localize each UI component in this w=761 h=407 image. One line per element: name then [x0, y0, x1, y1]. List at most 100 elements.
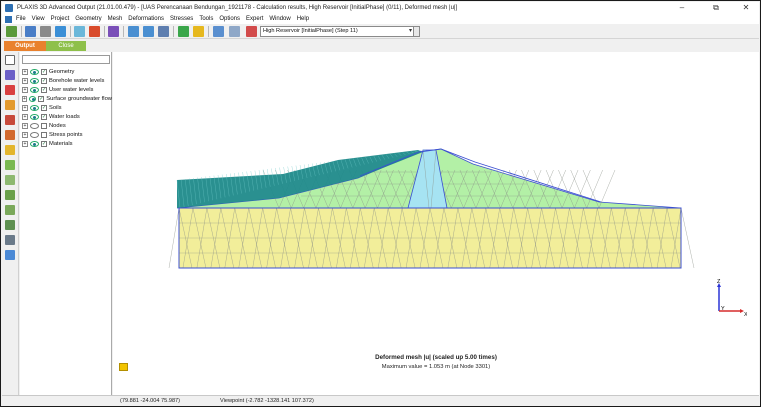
model-viewport[interactable]: Z X Y Deformed mesh |u| (scaled up 5.00 …: [113, 52, 759, 395]
interface-icon[interactable]: [5, 205, 15, 215]
explorer-item[interactable]: + Stress points: [22, 130, 112, 139]
plate-icon[interactable]: [5, 160, 15, 170]
visibility-checkbox[interactable]: [41, 131, 47, 138]
restore-button[interactable]: ⧉: [705, 2, 727, 14]
visibility-eye-icon[interactable]: [30, 104, 39, 111]
explorer-search-input[interactable]: [22, 55, 110, 64]
visibility-eye-icon[interactable]: [30, 68, 39, 75]
hint-box-icon[interactable]: [5, 130, 15, 140]
menu-view[interactable]: View: [32, 16, 45, 22]
menu-options[interactable]: Options: [219, 16, 240, 22]
explorer-item-label: Borehole water levels: [49, 77, 105, 84]
info-icon[interactable]: [5, 250, 15, 260]
tab-close[interactable]: Close: [46, 41, 86, 51]
visibility-checkbox[interactable]: ✓: [38, 95, 45, 102]
document-icon: [5, 15, 12, 23]
visibility-eye-icon[interactable]: [30, 140, 39, 147]
menu-stresses[interactable]: Stresses: [170, 16, 193, 22]
menu-project[interactable]: Project: [51, 16, 70, 22]
visibility-checkbox[interactable]: ✓: [41, 68, 47, 75]
expand-icon[interactable]: +: [22, 122, 28, 129]
plot-caption-maximum: Maximum value = 1.053 m (at Node 3301): [381, 364, 491, 370]
expand-icon[interactable]: +: [22, 77, 28, 84]
select-pointer-icon[interactable]: [5, 55, 15, 65]
export-image-icon[interactable]: [55, 26, 66, 37]
visibility-checkbox[interactable]: [41, 122, 47, 129]
expand-icon[interactable]: +: [22, 113, 28, 120]
zoom-out-icon[interactable]: [128, 26, 139, 37]
zoom-window-icon[interactable]: [158, 26, 169, 37]
save-icon[interactable]: [25, 26, 36, 37]
explorer-item[interactable]: + ✓ Soils: [22, 103, 112, 112]
explorer-item[interactable]: + ✓ Surface groundwater flow: [22, 94, 112, 103]
distance-icon[interactable]: [5, 145, 15, 155]
toolbar-separator: [173, 26, 174, 37]
open-project-icon[interactable]: [6, 26, 17, 37]
visibility-eye-icon[interactable]: [30, 122, 39, 129]
menu-geometry[interactable]: Geometry: [75, 16, 101, 22]
menu-deformations[interactable]: Deformations: [128, 16, 164, 22]
cross-section-icon[interactable]: [5, 85, 15, 95]
visibility-eye-icon[interactable]: [30, 131, 39, 138]
visibility-checkbox[interactable]: ✓: [41, 140, 47, 147]
explorer-item-label: Stress points: [49, 131, 83, 138]
anchor-icon[interactable]: [5, 175, 15, 185]
visibility-eye-icon[interactable]: [30, 113, 39, 120]
mode-tabs: Output Close: [2, 40, 759, 51]
expand-icon[interactable]: +: [22, 104, 28, 111]
table-icon[interactable]: [229, 26, 240, 37]
menu-help[interactable]: Help: [297, 16, 309, 22]
add-icon[interactable]: [178, 26, 189, 37]
plot-caption: Deformed mesh |u| (scaled up 5.00 times)…: [113, 354, 759, 370]
drag-view-icon[interactable]: [5, 100, 15, 110]
scale-icon[interactable]: [5, 235, 15, 245]
print-icon[interactable]: [40, 26, 51, 37]
light-icon[interactable]: [193, 26, 204, 37]
geogrid-icon[interactable]: [5, 190, 15, 200]
visibility-checkbox[interactable]: ✓: [41, 113, 47, 120]
explorer-item[interactable]: + Nodes: [22, 121, 112, 130]
expand-icon[interactable]: +: [22, 95, 27, 102]
curve-point-icon[interactable]: [5, 115, 15, 125]
visibility-checkbox[interactable]: ✓: [41, 104, 47, 111]
visibility-eye-icon[interactable]: [29, 95, 37, 102]
plot-caption-title: Deformed mesh |u| (scaled up 5.00 times): [375, 354, 497, 361]
color-scale-icon[interactable]: [246, 26, 257, 37]
well-icon[interactable]: [5, 220, 15, 230]
camera-icon[interactable]: [89, 26, 100, 37]
zoom-reset-icon[interactable]: [143, 26, 154, 37]
menu-expert[interactable]: Expert: [246, 16, 263, 22]
explorer-item[interactable]: + ✓ User water levels: [22, 85, 112, 94]
minimize-button[interactable]: –: [671, 2, 693, 14]
phase-selector[interactable]: High Reservoir [InitialPhase] (Step 11) …: [260, 26, 414, 37]
close-window-button[interactable]: ✕: [735, 2, 757, 14]
expand-icon[interactable]: +: [22, 86, 28, 93]
window-title: PLAXIS 3D Advanced Output (21.01.00.479)…: [17, 5, 458, 11]
rotate-view-icon[interactable]: [5, 70, 15, 80]
visibility-eye-icon[interactable]: [30, 77, 39, 84]
explorer-item[interactable]: + ✓ Water loads: [22, 112, 112, 121]
menu-tools[interactable]: Tools: [199, 16, 213, 22]
explorer-item[interactable]: + ✓ Materials: [22, 139, 112, 148]
menu-mesh[interactable]: Mesh: [108, 16, 123, 22]
visibility-checkbox[interactable]: ✓: [41, 77, 47, 84]
chevron-down-icon[interactable]: ▾: [409, 27, 412, 36]
toolbar-separator: [104, 26, 105, 37]
toolbar-separator: [123, 26, 124, 37]
explorer-item[interactable]: + ✓ Borehole water levels: [22, 76, 112, 85]
chart-icon[interactable]: [213, 26, 224, 37]
expand-icon[interactable]: +: [22, 140, 28, 147]
visibility-checkbox[interactable]: ✓: [41, 86, 47, 93]
visibility-eye-icon[interactable]: [30, 86, 39, 93]
explorer-item-label: Nodes: [49, 122, 66, 129]
explorer-item[interactable]: + ✓ Geometry: [22, 67, 112, 76]
expand-icon[interactable]: +: [22, 131, 28, 138]
cursor-coordinates: (79.881 -24.004 75.987): [120, 398, 181, 404]
expand-icon[interactable]: +: [22, 68, 28, 75]
zoom-in-icon[interactable]: [108, 26, 119, 37]
colour-icon[interactable]: [74, 26, 85, 37]
menu-window[interactable]: Window: [269, 16, 290, 22]
tab-output[interactable]: Output: [4, 41, 46, 51]
menu-file[interactable]: File: [16, 16, 26, 22]
phase-step-spinner[interactable]: [413, 26, 420, 37]
